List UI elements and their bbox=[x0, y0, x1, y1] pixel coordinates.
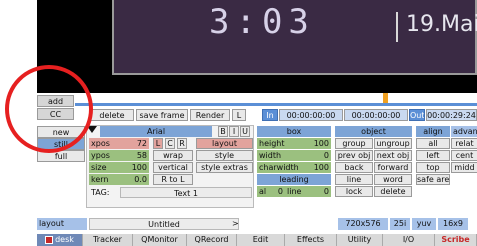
align-header: align bbox=[416, 126, 450, 137]
out-timecode[interactable]: 00:00:29:24 bbox=[426, 109, 477, 121]
delete-button[interactable]: delete bbox=[90, 109, 134, 121]
style-extras-button[interactable]: style extras bbox=[196, 162, 253, 173]
size-value[interactable]: 100 bbox=[119, 162, 149, 173]
next-obj-button[interactable]: next obj bbox=[374, 150, 412, 161]
ungroup-button[interactable]: ungroup bbox=[374, 138, 412, 149]
untitled-arrow[interactable]: > bbox=[232, 218, 239, 230]
layout-bottom-label[interactable]: layout bbox=[37, 218, 87, 230]
tag-label: TAG: bbox=[91, 188, 110, 197]
prev-obj-button[interactable]: prev obj bbox=[335, 150, 373, 161]
in-timecode-2[interactable]: 00:00:00:00 bbox=[344, 109, 408, 121]
timeline-bar[interactable] bbox=[75, 103, 477, 106]
width-value[interactable]: 0 bbox=[299, 150, 331, 161]
l-button[interactable]: L bbox=[232, 109, 246, 121]
vertical-button[interactable]: vertical bbox=[153, 162, 193, 173]
forward-button[interactable]: forward bbox=[374, 162, 412, 173]
align-relative-button[interactable]: relat bbox=[451, 138, 477, 149]
tag-value-field[interactable]: Text 1 bbox=[120, 187, 252, 198]
group-button[interactable]: group bbox=[335, 138, 373, 149]
kern-label: kern bbox=[89, 174, 119, 185]
al-label: al bbox=[257, 186, 269, 197]
underline-button[interactable]: U bbox=[240, 126, 250, 137]
leading-header: leading bbox=[257, 174, 331, 185]
height-label: height bbox=[257, 138, 299, 149]
app-window: 3:03 19.Mai add CC delete save frame Ren… bbox=[0, 0, 477, 246]
width-label: width bbox=[257, 150, 299, 161]
align-center-obj-button[interactable]: cent bbox=[451, 150, 477, 161]
line-button[interactable]: line bbox=[335, 174, 373, 185]
tab-tracker[interactable]: Tracker bbox=[83, 234, 133, 246]
preview-date-text: 19.Mai bbox=[406, 12, 477, 37]
ypos-label: ypos bbox=[89, 150, 119, 161]
ypos-value[interactable]: 58 bbox=[119, 150, 149, 161]
advanced-header[interactable]: advan bbox=[451, 126, 477, 137]
tab-io[interactable]: I/O bbox=[383, 234, 435, 246]
video-preview[interactable]: 3:03 19.Mai bbox=[112, 0, 477, 75]
align-right-button[interactable]: R bbox=[177, 138, 187, 149]
line-label: line bbox=[285, 186, 307, 197]
size-label: size bbox=[89, 162, 119, 173]
resolution-field[interactable]: 720x576 bbox=[338, 218, 388, 230]
highlight-circle bbox=[5, 65, 93, 153]
tab-utility[interactable]: Utility bbox=[337, 234, 383, 246]
xpos-value[interactable]: 72 bbox=[119, 138, 149, 149]
wrap-button[interactable]: wrap bbox=[153, 150, 193, 161]
al-value[interactable]: 0 bbox=[269, 186, 285, 197]
lock-button[interactable]: lock bbox=[335, 186, 373, 197]
tab-effects[interactable]: Effects bbox=[285, 234, 337, 246]
height-value[interactable]: 100 bbox=[299, 138, 331, 149]
align-left-obj-button[interactable]: left bbox=[416, 150, 450, 161]
in-timecode-1[interactable]: 00:00:00:00 bbox=[279, 109, 343, 121]
yuv-field[interactable]: yuv bbox=[412, 218, 436, 230]
delete-object-button[interactable]: delete bbox=[374, 186, 412, 197]
tab-desk[interactable]: desk bbox=[37, 234, 83, 246]
r-to-l-button[interactable]: R to L bbox=[153, 174, 193, 185]
preview-divider bbox=[396, 12, 398, 42]
box-header: box bbox=[257, 126, 331, 137]
align-middle-button[interactable]: midd bbox=[451, 162, 477, 173]
out-button[interactable]: Out bbox=[409, 109, 425, 121]
aspect-field[interactable]: 16x9 bbox=[438, 218, 468, 230]
charwidth-value[interactable]: 100 bbox=[299, 162, 331, 173]
align-top-button[interactable]: top bbox=[416, 162, 450, 173]
align-left-button[interactable]: L bbox=[153, 138, 163, 149]
fps-field[interactable]: 25i bbox=[390, 218, 410, 230]
bold-button[interactable]: B bbox=[218, 126, 228, 137]
back-button[interactable]: back bbox=[335, 162, 373, 173]
charwidth-label: charwidth bbox=[257, 162, 299, 173]
tab-qrecord[interactable]: QRecord bbox=[187, 234, 237, 246]
tab-desk-label: desk bbox=[55, 235, 74, 244]
in-button[interactable]: In bbox=[262, 109, 278, 121]
timeline-marker[interactable] bbox=[383, 93, 388, 103]
tab-edit[interactable]: Edit bbox=[237, 234, 285, 246]
desk-checkbox-icon bbox=[45, 235, 54, 244]
tab-qmonitor[interactable]: QMonitor bbox=[133, 234, 187, 246]
object-header: object bbox=[335, 126, 412, 137]
render-button[interactable]: Render bbox=[190, 109, 230, 121]
xpos-label: xpos bbox=[89, 138, 119, 149]
safe-area-button[interactable]: safe area bbox=[416, 174, 450, 185]
align-center-button[interactable]: C bbox=[165, 138, 175, 149]
font-name-field[interactable]: Arial bbox=[100, 126, 212, 137]
preview-time-text: 3:03 bbox=[209, 2, 315, 42]
word-button[interactable]: word bbox=[374, 174, 412, 185]
untitled-field[interactable]: Untitled bbox=[89, 218, 239, 230]
save-frame-button[interactable]: save frame bbox=[136, 109, 188, 121]
tab-scribe[interactable]: Scribe bbox=[435, 234, 477, 246]
italic-button[interactable]: I bbox=[229, 126, 239, 137]
style-button[interactable]: style bbox=[196, 150, 253, 161]
kern-value[interactable]: 0.0 bbox=[119, 174, 149, 185]
line-value[interactable]: 0 bbox=[307, 186, 331, 197]
align-all-button[interactable]: all bbox=[416, 138, 450, 149]
layout-button[interactable]: layout bbox=[196, 138, 253, 149]
